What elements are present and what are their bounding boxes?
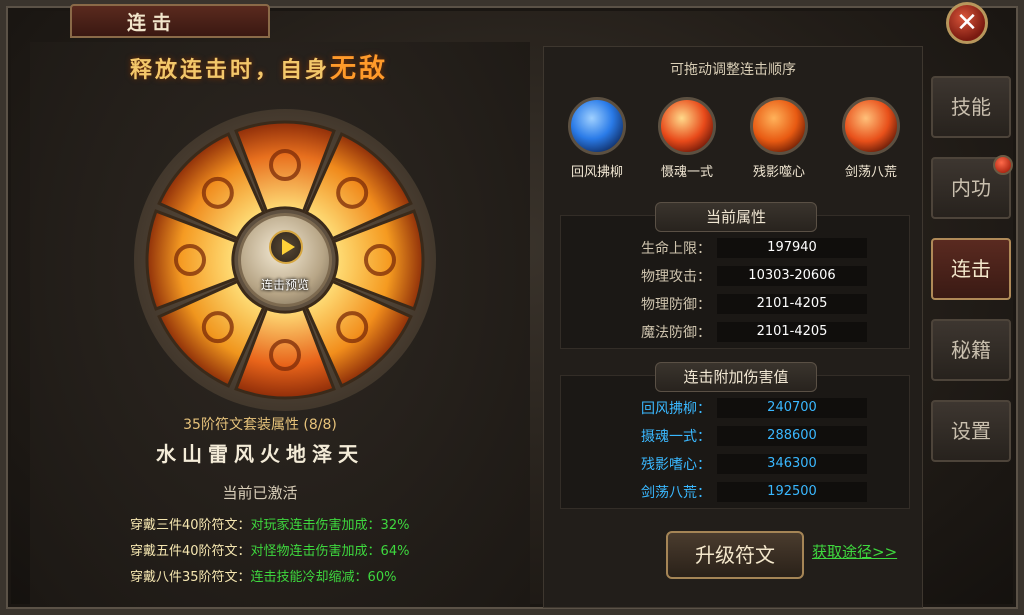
set-bonus-key: 穿戴三件40阶符文： [130,518,251,533]
window-title: 连击 [70,4,270,38]
damage-label: 残影嗜心： [641,457,711,473]
damage-value: 288600 [717,426,867,446]
slogan: 释放连击时，自身无敌 [130,48,388,85]
sword-sweep-icon[interactable] [842,97,900,155]
damage-value: 192500 [717,482,867,502]
set-bonus-item: 穿戴五件40阶符文：对怪物连击伤害加成：64% [130,540,409,559]
set-bonus-item: 穿戴八件35阶符文：连击技能冷却缩减：60% [130,566,396,585]
combo-skill-slot[interactable]: 剑荡八荒 [826,97,916,180]
rune-set-title: 35阶符文套装属性 (8/8) [183,417,337,433]
attribute-label: 物理攻击： [641,269,711,285]
combo-skill-slot[interactable]: 慑魂一式 [642,97,732,180]
set-bonus-key: 穿戴五件40阶符文： [130,544,251,559]
attribute-row: 生命上限： 197940 [561,238,909,260]
damage-value: 346300 [717,454,867,474]
shadow-bite-icon[interactable] [750,97,808,155]
damage-label: 剑荡八荒： [641,485,711,501]
close-button[interactable]: ✕ [946,2,988,44]
attribute-row: 物理攻击： 10303-20606 [561,266,909,288]
window-title-text: 连击 [127,11,178,34]
attribute-value: 10303-20606 [717,266,867,286]
combo-preview-button[interactable]: 连击预览 [238,213,332,307]
combo-skill-slot[interactable]: 残影噬心 [734,97,824,180]
damage-row: 残影嗜心： 346300 [561,454,909,476]
attribute-label: 生命上限： [641,241,711,257]
attribute-value: 2101-4205 [717,294,867,314]
tab-skills[interactable]: 技能 [931,76,1011,138]
attribute-value: 2101-4205 [717,322,867,342]
attribute-row: 魔法防御： 2101-4205 [561,322,909,344]
slogan-prefix: 释放连击时，自身 [130,57,331,83]
damage-header: 连击附加伤害值 [655,362,817,392]
set-bonus-value: 对怪物连击伤害加成：64% [250,544,410,559]
attribute-label: 物理防御： [641,297,711,313]
tab-combo[interactable]: 连击 [931,238,1011,300]
combo-skill-slot[interactable]: 回风拂柳 [552,97,642,180]
combo-order-title: 可拖动调整连击顺序 [670,62,796,78]
damage-label: 摄魂一式： [641,429,711,445]
combo-info-panel: 可拖动调整连击顺序 回风拂柳 慑魂一式 残影噬心 剑荡八荒 当前属性 生命上限：… [543,46,923,608]
close-icon: ✕ [956,8,978,38]
damage-row: 剑荡八荒： 192500 [561,482,909,504]
set-bonus-item: 穿戴三件40阶符文：对玩家连击伤害加成：32% [130,514,409,533]
attribute-row: 物理防御： 2101-4205 [561,294,909,316]
activated-title: 当前已激活 [222,484,298,502]
combo-skill-name: 回风拂柳 [570,165,623,180]
damage-section: 连击附加伤害值 回风拂柳： 240700 摄魂一式： 288600 残影嗜心： … [560,362,910,509]
set-bonus-value: 连击技能冷却缩减：60% [250,570,397,585]
damage-row: 回风拂柳： 240700 [561,398,909,420]
rune-set-elements: 水山雷风火地泽天 [156,442,364,466]
set-bonus-key: 穿戴八件35阶符文： [130,570,251,585]
damage-value: 240700 [717,398,867,418]
tab-secret-manual[interactable]: 秘籍 [931,319,1011,381]
combo-preview-label: 连击预览 [260,278,309,292]
upgrade-rune-button[interactable]: 升级符文 [666,531,804,579]
combo-skill-name: 慑魂一式 [660,165,713,180]
rune-wheel: 连击预览 [134,109,436,411]
damage-row: 摄魂一式： 288600 [561,426,909,448]
damage-label: 回风拂柳： [641,401,711,417]
attributes-header: 当前属性 [655,202,817,232]
tab-settings[interactable]: 设置 [931,400,1011,462]
combo-skill-name: 剑荡八荒 [844,165,897,180]
obtain-path-link[interactable]: 获取途径>> [812,541,897,562]
slogan-emphasis: 无敌 [330,54,389,84]
soul-strike-icon[interactable] [658,97,716,155]
play-icon[interactable] [269,230,303,264]
combo-skill-name: 残影噬心 [752,165,805,180]
attribute-value: 197940 [717,238,867,258]
notification-dot [993,155,1013,175]
attribute-label: 魔法防御： [641,325,711,341]
set-bonus-value: 对玩家连击伤害加成：32% [250,518,410,533]
attributes-section: 当前属性 生命上限： 197940 物理攻击： 10303-20606 物理防御… [560,202,910,349]
wind-slash-icon[interactable] [568,97,626,155]
